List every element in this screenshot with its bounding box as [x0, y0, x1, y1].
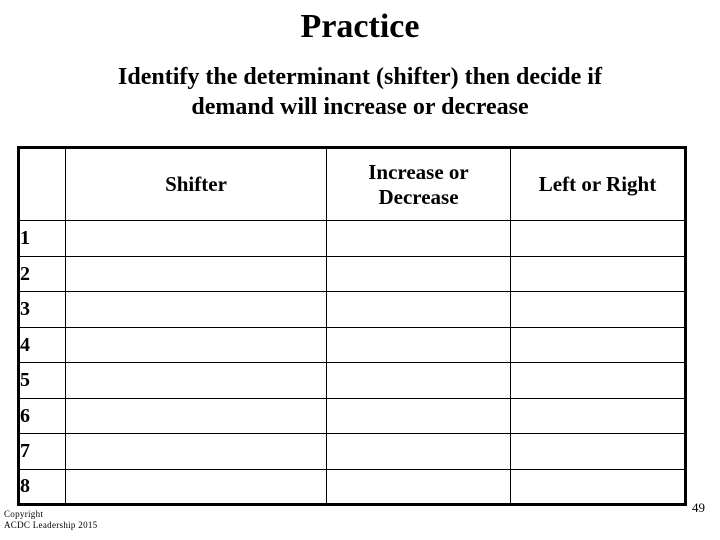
increase-decrease-cell[interactable] — [326, 433, 511, 470]
row-number-cell: 4 — [18, 326, 66, 363]
row-number-cell: 7 — [18, 433, 66, 470]
left-right-cell[interactable] — [510, 220, 686, 257]
left-right-cell[interactable] — [510, 433, 686, 470]
shifter-cell[interactable] — [65, 326, 327, 363]
table-row: 1 — [18, 220, 686, 257]
table-row: 7 — [18, 433, 686, 470]
increase-decrease-cell[interactable] — [326, 220, 511, 257]
header-cell-number — [18, 147, 66, 221]
left-right-cell[interactable] — [510, 291, 686, 328]
slide-title: Practice — [300, 8, 420, 45]
increase-decrease-cell[interactable] — [326, 326, 511, 363]
shifter-cell[interactable] — [65, 468, 327, 505]
table-row: 3 — [18, 291, 686, 328]
table-row: 5 — [18, 362, 686, 399]
practice-table: Shifter Increase or Decrease Left or Rig… — [17, 146, 687, 506]
left-right-cell[interactable] — [510, 397, 686, 434]
practice-table-container: Shifter Increase or Decrease Left or Rig… — [17, 146, 687, 506]
increase-decrease-cell[interactable] — [326, 397, 511, 434]
header-increase-decrease-line-2: Decrease — [378, 184, 459, 209]
slide-subtitle: Identify the determinant (shifter) then … — [18, 62, 702, 122]
table-row: 4 — [18, 326, 686, 363]
shifter-cell[interactable] — [65, 362, 327, 399]
row-number-cell: 6 — [18, 397, 66, 434]
shifter-cell[interactable] — [65, 220, 327, 257]
copyright-line-2: ACDC Leadership 2015 — [4, 520, 98, 530]
copyright-notice: Copyright ACDC Leadership 2015 — [4, 509, 98, 531]
shifter-cell[interactable] — [65, 397, 327, 434]
subtitle-line-1: Identify the determinant (shifter) then … — [118, 64, 602, 90]
row-number-cell: 2 — [18, 255, 66, 292]
increase-decrease-cell[interactable] — [326, 468, 511, 505]
slide-canvas: Practice Identify the determinant (shift… — [0, 0, 720, 540]
table-header: Shifter Increase or Decrease Left or Rig… — [18, 147, 686, 221]
row-number-cell: 1 — [18, 220, 66, 257]
left-right-cell[interactable] — [510, 326, 686, 363]
increase-decrease-cell[interactable] — [326, 291, 511, 328]
increase-decrease-cell[interactable] — [326, 362, 511, 399]
left-right-cell[interactable] — [510, 468, 686, 505]
shifter-cell[interactable] — [65, 255, 327, 292]
row-number-cell: 3 — [18, 291, 66, 328]
shifter-cell[interactable] — [65, 433, 327, 470]
row-number-cell: 5 — [18, 362, 66, 399]
header-cell-shifter: Shifter — [65, 147, 327, 221]
header-cell-increase-decrease: Increase or Decrease — [326, 147, 511, 221]
subtitle-line-2: demand will increase or decrease — [191, 94, 529, 120]
table-row: 8 — [18, 468, 686, 505]
row-number-cell: 8 — [18, 468, 66, 505]
shifter-cell[interactable] — [65, 291, 327, 328]
header-cell-left-right: Left or Right — [510, 147, 686, 221]
table-header-row: Shifter Increase or Decrease Left or Rig… — [18, 147, 686, 221]
increase-decrease-cell[interactable] — [326, 255, 511, 292]
slide-page-number: 49 — [692, 500, 705, 515]
copyright-line-1: Copyright — [4, 509, 44, 519]
table-row: 6 — [18, 397, 686, 434]
left-right-cell[interactable] — [510, 255, 686, 292]
table-body: 1 2 3 4 5 6 7 8 — [18, 220, 686, 505]
left-right-cell[interactable] — [510, 362, 686, 399]
header-increase-decrease-line-1: Increase or — [368, 159, 469, 184]
table-row: 2 — [18, 255, 686, 292]
